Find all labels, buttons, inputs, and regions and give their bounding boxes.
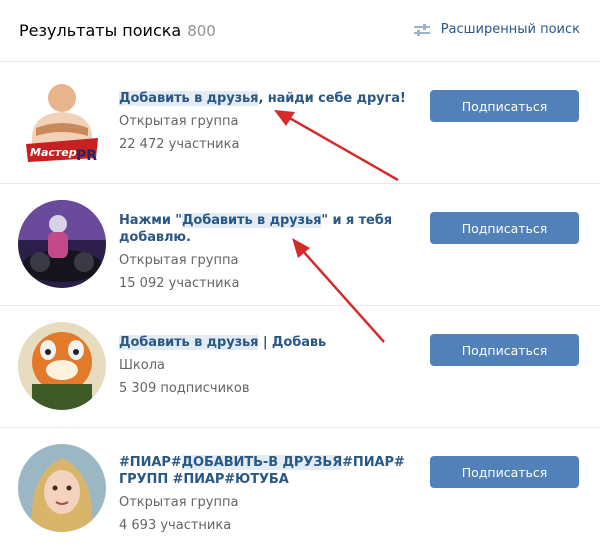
group-name-prefix: #ПИАР# [119,455,182,470]
group-type: Открытая группа [119,253,239,268]
subscribe-button[interactable]: Подписаться [430,212,579,244]
group-name-rest: , найди себе друга! [258,91,406,106]
extended-search-label: Расширенный поиск [440,22,580,37]
group-avatar[interactable] [18,444,106,532]
group-name-highlight: Добавить в друзья [119,335,259,350]
group-name-link[interactable]: Нажми "Добавить в друзья" и я тебя добав… [119,212,424,246]
group-avatar[interactable] [18,322,106,410]
page-title: Результаты поиска 800 [19,21,216,40]
group-type: Открытая группа [119,495,239,510]
group-members: 5 309 подписчиков [119,381,250,396]
subscribe-button[interactable]: Подписаться [430,334,579,366]
result-item: #ПИАР#ДОБАВИТЬ-В ДРУЗЬЯ#ПИАР# ГРУПП #ПИА… [0,428,600,550]
group-type: Открытая группа [119,114,239,129]
results-count: 800 [187,22,216,40]
group-name-prefix: Нажми " [119,213,182,228]
search-results-page: Результаты поиска 800 Расширенный поиск [0,0,600,541]
group-info: Добавить в друзья | Добавь Школа 5 309 п… [119,334,424,397]
result-item: Мастер PR Добавить в друзья, найди себе … [0,62,600,184]
group-name-link[interactable]: Добавить в друзья, найди себе друга! [119,90,424,107]
group-name-rest: | Добавь [258,335,327,350]
result-item: Добавить в друзья | Добавь Школа 5 309 п… [0,306,600,428]
group-type: Школа [119,358,165,373]
results-title: Результаты поиска [19,21,182,40]
group-avatar[interactable]: Мастер PR [18,78,106,166]
svg-text:PR: PR [76,148,97,164]
group-members: 15 092 участника [119,276,240,291]
results-header: Результаты поиска 800 Расширенный поиск [0,0,600,62]
group-name-link[interactable]: Добавить в друзья | Добавь [119,334,424,351]
extended-search-link[interactable]: Расширенный поиск [413,22,580,37]
group-info: Нажми "Добавить в друзья" и я тебя добав… [119,212,424,292]
group-info: Добавить в друзья, найди себе друга! Отк… [119,90,424,153]
group-info: #ПИАР#ДОБАВИТЬ-В ДРУЗЬЯ#ПИАР# ГРУПП #ПИА… [119,454,424,534]
group-name-link[interactable]: #ПИАР#ДОБАВИТЬ-В ДРУЗЬЯ#ПИАР# ГРУПП #ПИА… [119,454,424,488]
subscribe-button[interactable]: Подписаться [430,90,579,122]
sliders-icon [413,23,431,37]
group-name-highlight: Добавить в друзья [181,213,322,228]
result-item: Нажми "Добавить в друзья" и я тебя добав… [0,184,600,306]
group-members: 4 693 участника [119,518,232,533]
group-members: 22 472 участника [119,137,240,152]
subscribe-button[interactable]: Подписаться [430,456,579,488]
group-avatar[interactable] [18,200,106,288]
avatar-logo-text: Мастер [30,146,77,159]
group-name-highlight: Добавить в друзья [119,91,259,106]
group-name-highlight: ДОБАВИТЬ-В ДРУЗЬЯ [181,455,343,470]
